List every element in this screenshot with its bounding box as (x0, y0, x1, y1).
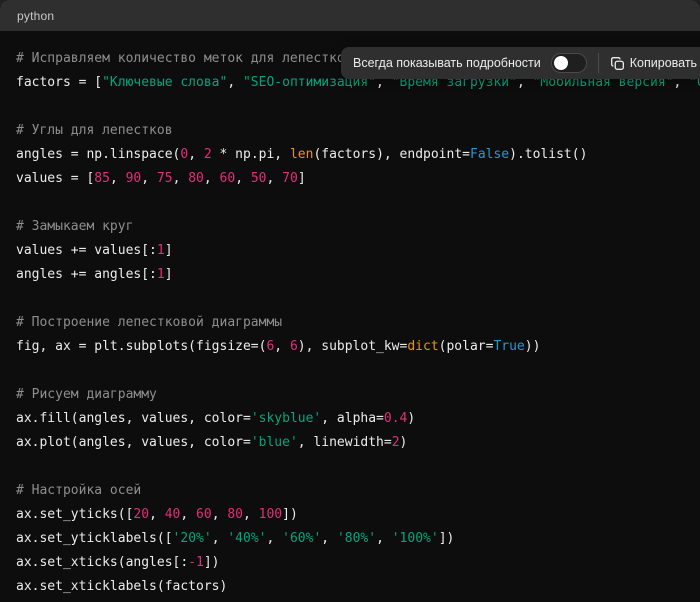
code-line: fig, ax = plt.subplots(figsize=(6, 6), s… (16, 335, 684, 359)
code-language-label: python (17, 9, 54, 23)
code-line (16, 191, 684, 215)
code-line: # Замыкаем круг (16, 215, 684, 239)
code-line: ax.set_xticklabels(factors) (16, 575, 684, 599)
code-line: # Углы для лепестков (16, 119, 684, 143)
code-line: angles += angles[:1] (16, 263, 684, 287)
copy-icon (610, 56, 625, 71)
toolbar-divider (598, 53, 599, 73)
code-block-header: python (0, 0, 700, 31)
code-content: # Исправляем количество меток для лепест… (0, 31, 700, 602)
code-line: ax.set_xticks(angles[:-1]) (16, 551, 684, 575)
toggle-knob-icon (554, 56, 568, 70)
copy-code-button[interactable]: Копировать код (610, 56, 700, 71)
code-line: ax.set_yticklabels(['20%', '40%', '60%',… (16, 527, 684, 551)
details-toggle[interactable] (551, 53, 587, 73)
code-line (16, 95, 684, 119)
code-line: ax.fill(angles, values, color='skyblue',… (16, 407, 684, 431)
code-line: values = [85, 90, 75, 80, 60, 50, 70] (16, 167, 684, 191)
code-line (16, 359, 684, 383)
copy-code-label: Копировать код (630, 56, 700, 70)
code-line: ax.plot(angles, values, color='blue', li… (16, 431, 684, 455)
code-line (16, 455, 684, 479)
code-line: # Построение лепестковой диаграммы (16, 311, 684, 335)
always-show-details-label: Всегда показывать подробности (353, 56, 541, 70)
code-line: # Настройка осей (16, 479, 684, 503)
code-line (16, 287, 684, 311)
code-block: python # Исправляем количество меток для… (0, 0, 700, 602)
code-line: angles = np.linspace(0, 2 * np.pi, len(f… (16, 143, 684, 167)
code-line: # Рисуем диаграмму (16, 383, 684, 407)
code-toolbar: Всегда показывать подробности Копировать… (341, 47, 700, 79)
code-line: ax.set_yticks([20, 40, 60, 80, 100]) (16, 503, 684, 527)
code-line: values += values[:1] (16, 239, 684, 263)
